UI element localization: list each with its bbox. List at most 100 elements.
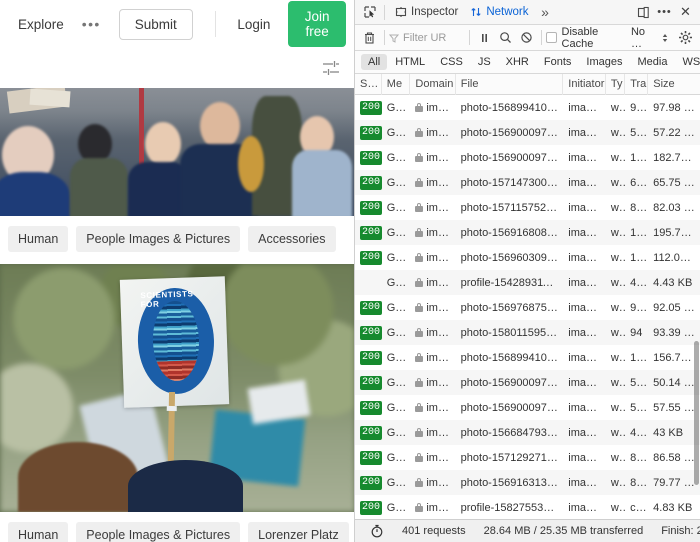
request-method: GET [382, 502, 411, 514]
network-request-row[interactable]: 200GETima…photo-1569000972288-image…we1…… [355, 145, 700, 170]
column-header-initiator[interactable]: Initiator [563, 74, 606, 95]
photo-image-crowd[interactable] [0, 88, 355, 216]
gear-icon[interactable] [675, 28, 696, 48]
request-transferred: 1… [625, 227, 648, 239]
filter-tab-html[interactable]: HTML [388, 54, 432, 70]
filter-url-input[interactable]: Filter UR [389, 29, 465, 47]
network-request-row[interactable]: 200GETima…photo-1580115959243-1image…we9… [355, 320, 700, 345]
network-request-row[interactable]: 200GETima…profile-1582755331500-image…we… [355, 495, 700, 519]
block-icon[interactable] [516, 28, 537, 48]
request-initiator: image… [563, 127, 606, 139]
disable-cache-checkbox[interactable]: Disable Cache [546, 26, 631, 50]
tab-network[interactable]: Network [464, 2, 534, 23]
network-request-row[interactable]: GETima…profile-1542893119878-image…we4.4… [355, 270, 700, 295]
request-file: profile-1542893119878- [456, 277, 564, 289]
pause-icon[interactable] [474, 28, 495, 48]
column-header-method[interactable]: Me [382, 74, 411, 95]
network-request-row[interactable]: 200GETima…photo-1568994105263-image…we1…… [355, 345, 700, 370]
network-request-row[interactable]: 200GETima…photo-1566847936504-image…we43… [355, 420, 700, 445]
request-initiator: image… [563, 327, 606, 339]
nav-more-button[interactable]: ••• [72, 10, 111, 38]
network-request-row[interactable]: 200GETima…photo-1571157524673-bimage…we8… [355, 195, 700, 220]
photo-tag[interactable]: People Images & Pictures [76, 226, 240, 252]
request-domain: ima… [410, 402, 455, 414]
nav-explore-link[interactable]: Explore [10, 11, 72, 38]
devtools-panel: Inspector Network » ••• ✕ [355, 0, 700, 542]
login-link[interactable]: Login [229, 11, 278, 38]
status-badge: 200 [360, 226, 382, 240]
tab-inspector-label: Inspector [411, 6, 458, 18]
request-file: photo-1568994105743- [456, 102, 564, 114]
throttling-select[interactable]: No … [631, 26, 669, 50]
trash-icon[interactable] [359, 28, 380, 48]
network-request-row[interactable]: 200GETima…photo-1569000972106-image…we57… [355, 120, 700, 145]
finish-time: Finish: 2.56 r [652, 525, 700, 537]
column-header-domain[interactable]: Domain [410, 74, 455, 95]
network-request-row[interactable]: 200GETima…photo-1569000972143-image…we50… [355, 370, 700, 395]
request-transferred: 82.( [625, 202, 648, 214]
status-badge: 200 [360, 101, 382, 115]
submit-button[interactable]: Submit [119, 9, 193, 40]
search-icon[interactable] [495, 28, 516, 48]
status-badge: 200 [360, 151, 382, 165]
network-request-row[interactable]: 200GETima…photo-1569768751132-5image…we9… [355, 295, 700, 320]
tab-inspector[interactable]: Inspector [389, 2, 464, 23]
web-page-panel: Explore ••• Submit Login Join free [0, 0, 355, 542]
network-request-row[interactable]: 200GETima…photo-1569163139476-(image…we8… [355, 470, 700, 495]
filter-tab-xhr[interactable]: XHR [499, 54, 536, 70]
request-initiator: image… [563, 502, 606, 514]
meatball-menu-button[interactable]: ••• [654, 2, 675, 22]
request-type: we [606, 427, 625, 439]
sliders-icon[interactable] [320, 57, 342, 79]
filter-tab-images[interactable]: Images [579, 54, 629, 70]
column-header-status[interactable]: S… [355, 74, 382, 95]
dock-icon[interactable] [633, 2, 654, 22]
network-list-scrollbar[interactable] [693, 95, 700, 519]
decor-person [145, 122, 181, 166]
network-table-header: S… Me Domain File Initiator Ty Tra Size [355, 74, 700, 95]
filter-tab-fonts[interactable]: Fonts [537, 54, 579, 70]
network-request-list[interactable]: 200GETima…photo-1568994105743-image…we98… [355, 95, 700, 519]
filter-tab-media[interactable]: Media [630, 54, 674, 70]
photo-image-scientists-sign[interactable]: SCIENTISTS FOR [0, 264, 355, 512]
request-method: GET [382, 452, 411, 464]
close-icon[interactable]: ✕ [675, 2, 696, 22]
toolbar-divider [469, 30, 470, 45]
column-header-size[interactable]: Size [648, 74, 700, 95]
column-header-type[interactable]: Ty [606, 74, 625, 95]
network-request-row[interactable]: 200GETima…photo-1571473008620-image…we66… [355, 170, 700, 195]
tab-network-label: Network [486, 6, 528, 18]
photo-tag[interactable]: Human [8, 226, 68, 252]
join-free-button[interactable]: Join free [288, 1, 346, 47]
filter-tab-all[interactable]: All [361, 54, 387, 70]
request-status: 200 [355, 200, 382, 215]
column-header-transferred[interactable]: Tra [625, 74, 648, 95]
photo-tag[interactable]: Accessories [248, 226, 335, 252]
photo-tag[interactable]: Lorenzer Platz [248, 522, 349, 542]
scrollbar-thumb[interactable] [694, 341, 699, 485]
request-type: we [606, 202, 625, 214]
network-request-row[interactable]: 200GETima…photo-1569168082659-image…we1…… [355, 220, 700, 245]
network-request-row[interactable]: 200GETima…photo-1569000971931-1image…we5… [355, 395, 700, 420]
network-request-row[interactable]: 200GETima…photo-1571292712260-fimage…we8… [355, 445, 700, 470]
lock-icon [415, 328, 423, 337]
screen: Explore ••• Submit Login Join free [0, 0, 700, 542]
request-transferred: cac [625, 502, 648, 514]
filter-tab-js[interactable]: JS [471, 54, 498, 70]
request-status: 200 [355, 375, 382, 390]
transferred-size: 28.64 MB / 25.35 MB transferred [475, 525, 653, 537]
photo-tag[interactable]: People Images & Pictures [76, 522, 240, 542]
toolbar-overflow-button[interactable]: » [535, 2, 556, 22]
request-initiator: image… [563, 402, 606, 414]
filter-tab-ws[interactable]: WS [675, 54, 700, 70]
element-picker-icon[interactable] [359, 2, 380, 22]
photo-tag[interactable]: Human [8, 522, 68, 542]
lock-icon [415, 428, 423, 437]
network-request-row[interactable]: 200GETima…photo-1568994105743-image…we98… [355, 95, 700, 120]
request-domain: ima… [410, 227, 455, 239]
filter-tab-css[interactable]: CSS [433, 54, 470, 70]
column-header-file[interactable]: File [456, 74, 564, 95]
request-method: GET [382, 477, 411, 489]
request-domain: ima… [410, 327, 455, 339]
network-request-row[interactable]: 200GETima…photo-1569603096510-image…we1…… [355, 245, 700, 270]
